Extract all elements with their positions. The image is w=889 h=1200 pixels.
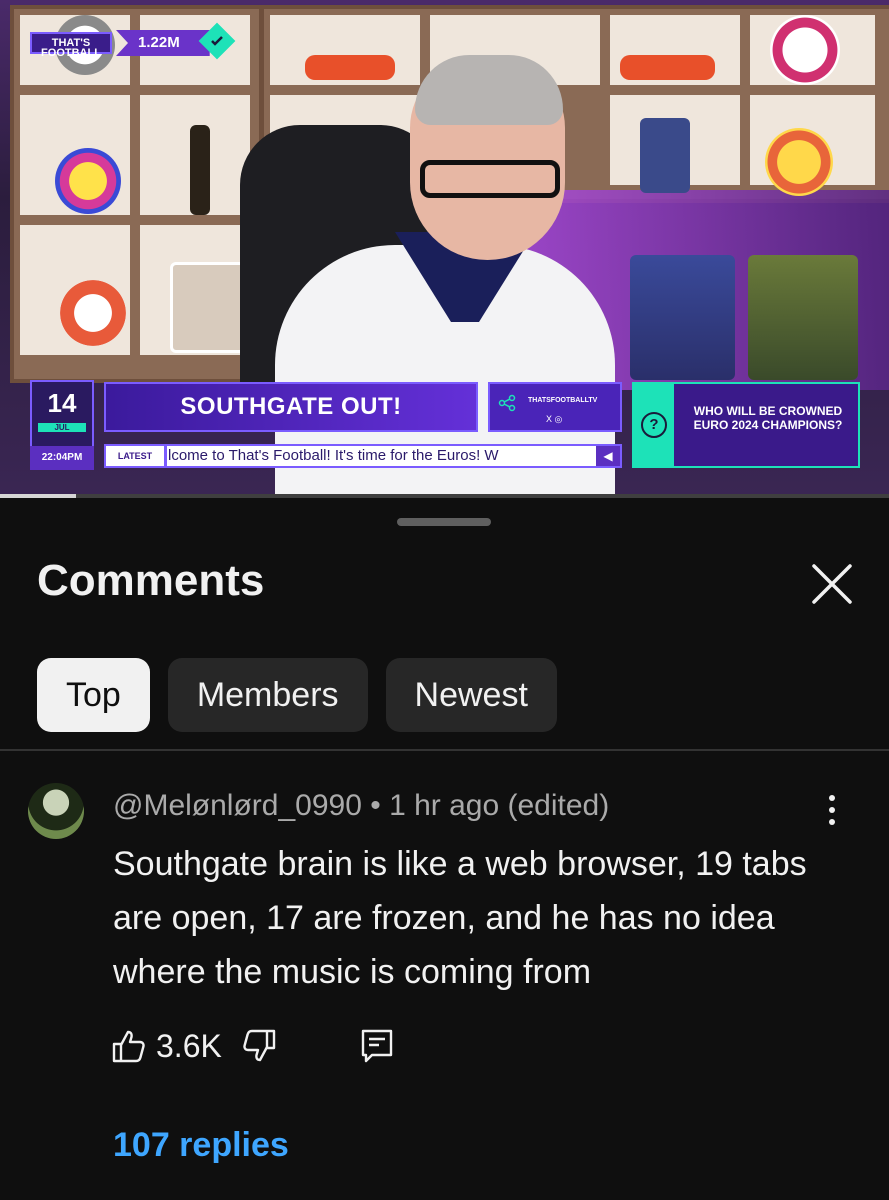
lower-third: 14 JUL 22:04PM SOUTHGATE OUT! THATSFOOTB… (0, 380, 889, 494)
ticker-label: LATEST (106, 446, 167, 466)
social-icons: X ◎ (546, 414, 563, 424)
comment-actions: 3.6K (110, 1023, 394, 1069)
channel-badge: THAT'S FOOTBALL 1.22M (30, 28, 210, 59)
video-player[interactable]: THAT'S FOOTBALL 1.22M 14 JUL 22:04PM SOU… (0, 0, 889, 494)
poll-box: ? WHO WILL BE CROWNED EURO 2024 CHAMPION… (632, 382, 860, 468)
comment-text: Southgate brain is like a web browser, 1… (113, 845, 807, 991)
chip-newest[interactable]: Newest (385, 658, 557, 732)
subscriber-count: 1.22M (116, 30, 210, 56)
more-options-button[interactable] (818, 791, 846, 831)
social-box: THATSFOOTBALLTV X ◎ (488, 382, 622, 432)
filter-chips: Top Members Newest (37, 658, 557, 732)
channel-logo: THAT'S FOOTBALL (30, 32, 112, 59)
like-count: 3.6K (156, 1027, 222, 1064)
share-icon (498, 394, 516, 412)
dislike-button[interactable] (240, 1027, 278, 1065)
thumb-up-icon (112, 1030, 145, 1063)
reply-button[interactable] (360, 1027, 394, 1065)
comment-item: @Melønlørd_0990 • 1 hr ago (edited) Sout… (0, 751, 889, 1200)
like-button[interactable]: 3.6K (110, 1027, 240, 1065)
close-button[interactable] (806, 558, 858, 610)
comment-meta: @Melønlørd_0990 • 1 hr ago (edited) (113, 789, 610, 822)
comments-title: Comments (37, 556, 265, 605)
headline-banner: SOUTHGATE OUT! (104, 382, 478, 432)
avatar[interactable] (28, 783, 84, 839)
ticker-text: lcome to That's Football! It's time for … (168, 447, 499, 464)
ticker-arrow-icon: ◀ (596, 446, 620, 466)
poll-question: WHO WILL BE CROWNED EURO 2024 CHAMPIONS? (693, 404, 843, 432)
date-month: JUL (38, 423, 86, 432)
reply-icon (361, 1029, 393, 1063)
question-icon: ? (634, 384, 674, 466)
thumb-down-icon (243, 1029, 276, 1062)
more-vert-icon (818, 795, 846, 825)
close-icon (812, 564, 852, 604)
time-label: 22:04PM (30, 446, 94, 470)
chip-members[interactable]: Members (167, 658, 368, 732)
replies-link[interactable]: 107 replies (113, 1126, 289, 1165)
drag-handle[interactable] (397, 518, 491, 526)
date-day: 14 (47, 388, 77, 418)
comments-sheet: Comments Top Members Newest @Melønlørd_0… (0, 498, 889, 1200)
chip-top[interactable]: Top (37, 658, 150, 732)
news-ticker: LATEST lcome to That's Football! It's ti… (104, 444, 622, 468)
social-handle: THATSFOOTBALLTV (528, 397, 598, 404)
